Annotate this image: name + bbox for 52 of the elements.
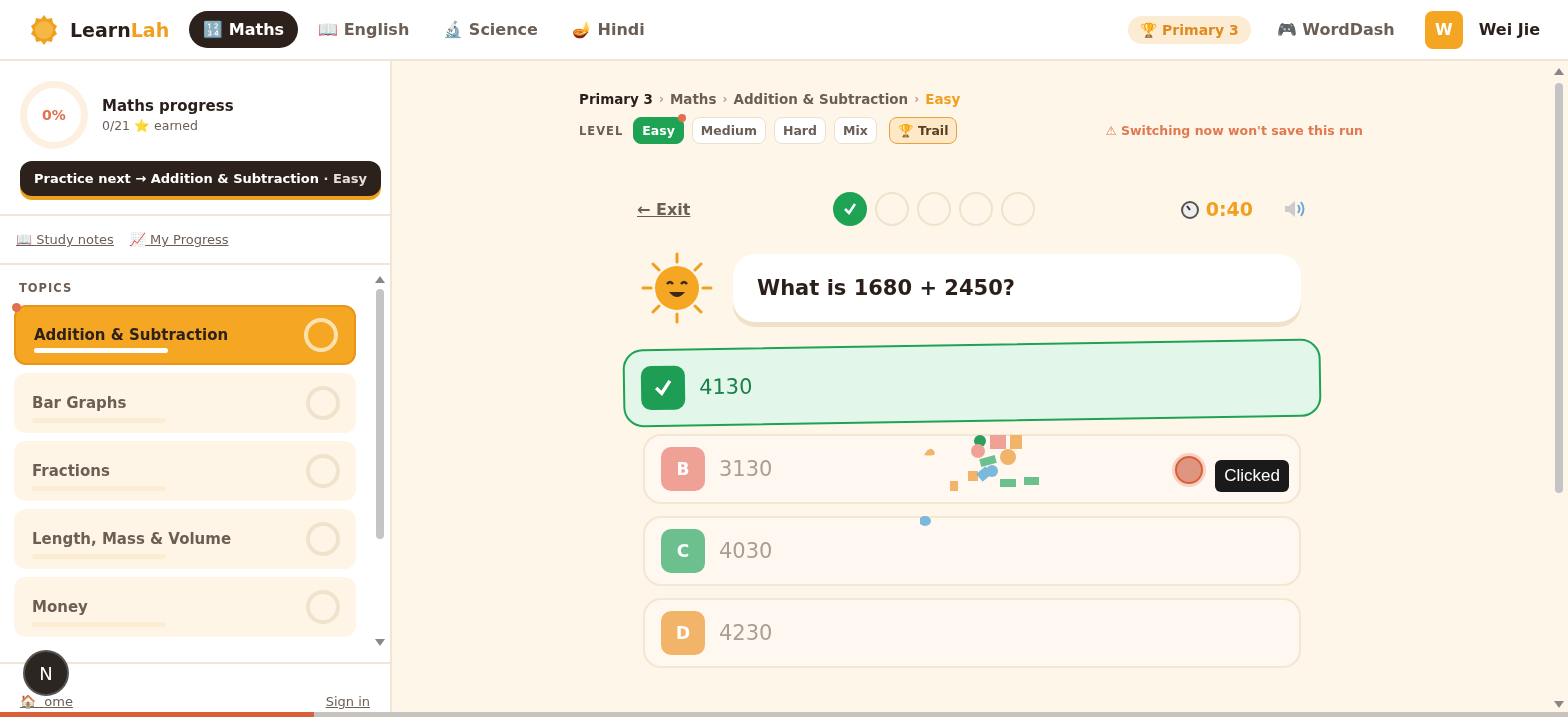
progress-title: Maths progress: [102, 97, 234, 115]
stopwatch-icon: [1179, 199, 1200, 219]
click-marker: [1175, 456, 1203, 484]
answer-option[interactable]: B 3130 Clicked: [643, 434, 1301, 504]
topics-heading: TOPICS: [19, 281, 74, 295]
subject-tab[interactable]: 🔬 Science: [429, 11, 552, 48]
breadcrumb-separator: ›: [658, 92, 664, 106]
level-label: LEVEL: [579, 123, 624, 138]
game-link[interactable]: 🎮 WordDash: [1276, 20, 1395, 39]
topic-item[interactable]: Money: [14, 577, 356, 637]
topic-item[interactable]: Length, Mass & Volume: [14, 509, 356, 569]
level-chip[interactable]: Mix: [833, 117, 877, 144]
breadcrumb-item[interactable]: Maths: [669, 91, 717, 107]
breadcrumb-item[interactable]: Primary 3: [579, 91, 653, 107]
breadcrumb-item[interactable]: Addition & Subtraction: [733, 91, 909, 107]
subject-tab[interactable]: 🪔 Hindi: [557, 11, 659, 48]
subject-tab[interactable]: 🔢 Maths: [189, 11, 299, 48]
answer-option[interactable]: 4130: [622, 338, 1322, 428]
topic-item[interactable]: Fractions: [14, 441, 356, 501]
sidebar-link[interactable]: 📖 Study notes: [16, 232, 114, 247]
warning-text: ⚠ Switching now won't save this run: [1105, 123, 1363, 138]
topic-item[interactable]: Addition & Subtraction: [14, 305, 356, 365]
sun-logo-icon: [28, 13, 60, 46]
trail-chip[interactable]: 🏆 Trail: [888, 117, 958, 144]
speaker-icon[interactable]: [1283, 199, 1307, 219]
letter-badge: B: [661, 447, 705, 491]
timer: 0:40: [1205, 198, 1253, 220]
breadcrumb-item: Easy: [925, 91, 961, 107]
level-chip[interactable]: Easy: [633, 117, 684, 144]
tooltip: Clicked: [1215, 460, 1289, 492]
stars-earned: 0/21 ⭐ earned: [102, 118, 199, 133]
exit-link[interactable]: ← Exit: [637, 199, 833, 219]
subject-tab[interactable]: 📖 English: [304, 11, 424, 48]
sidebar-link[interactable]: 📈 My Progress: [129, 232, 229, 247]
sign-in-link[interactable]: Sign in: [325, 694, 370, 709]
breadcrumb-separator: ›: [914, 92, 920, 106]
topic-item[interactable]: Bar Graphs: [14, 373, 356, 433]
level-chip[interactable]: Medium: [691, 117, 766, 144]
home-link[interactable]: 🏠 ome: [20, 694, 73, 709]
progress-ring: 0%: [20, 81, 88, 149]
letter-badge: D: [661, 611, 705, 655]
breadcrumb-separator: ›: [722, 92, 728, 106]
level-chip[interactable]: Hard: [773, 117, 826, 144]
answer-value: 4130: [698, 374, 753, 400]
smiling-sun-icon: [639, 252, 715, 324]
dev-tools-badge[interactable]: N: [23, 650, 69, 696]
user-name[interactable]: Wei Jie: [1478, 20, 1540, 39]
brand-name[interactable]: LearnLah: [70, 18, 170, 41]
answer-value: 4230: [719, 621, 773, 645]
letter-badge: C: [661, 529, 705, 573]
answer-value: 3130: [719, 457, 773, 481]
answer-value: 4030: [719, 539, 773, 563]
